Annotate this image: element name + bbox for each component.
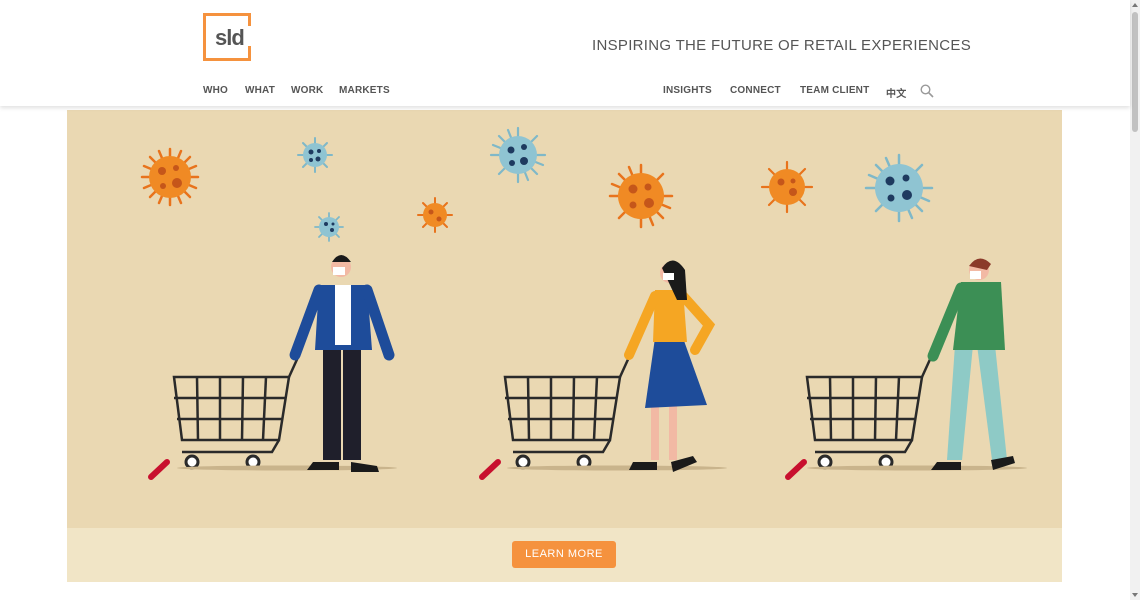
hero-banner: LEARN MORE bbox=[67, 110, 1062, 582]
shoppers-illustration bbox=[140, 126, 1027, 480]
scrollbar[interactable] bbox=[1130, 0, 1140, 600]
nav-who[interactable]: WHO bbox=[203, 85, 228, 96]
shopping-cart-icon bbox=[805, 354, 934, 454]
scroll-thumb[interactable] bbox=[1132, 12, 1138, 132]
tagline: INSPIRING THE FUTURE OF RETAIL EXPERIENC… bbox=[592, 37, 972, 54]
nav-markets[interactable]: MARKETS bbox=[339, 85, 390, 96]
nav-connect[interactable]: CONNECT bbox=[730, 85, 781, 96]
site-header: sld INSPIRING THE FUTURE OF RETAIL EXPER… bbox=[0, 0, 1130, 106]
shopping-cart-icon bbox=[172, 354, 301, 454]
nav-insights[interactable]: INSIGHTS bbox=[663, 85, 712, 96]
hero-illustration bbox=[67, 110, 1062, 528]
shopper-figure bbox=[479, 260, 727, 480]
search-icon[interactable] bbox=[920, 84, 934, 98]
virus-icon bbox=[297, 137, 333, 173]
virus-icon bbox=[864, 153, 934, 223]
shopper-figure bbox=[785, 258, 1027, 480]
virus-icon bbox=[417, 197, 453, 233]
virus-icon bbox=[314, 212, 344, 242]
nav-team-client[interactable]: TEAM CLIENT bbox=[800, 85, 869, 96]
nav-work[interactable]: WORK bbox=[291, 85, 323, 96]
virus-icon bbox=[489, 126, 547, 184]
shopping-cart-icon bbox=[503, 354, 632, 454]
learn-more-button[interactable]: LEARN MORE bbox=[512, 541, 616, 568]
virus-icon bbox=[760, 160, 814, 214]
virus-icon bbox=[140, 147, 200, 207]
scroll-up-arrow-icon[interactable] bbox=[1132, 3, 1138, 7]
scroll-down-arrow-icon[interactable] bbox=[1132, 593, 1138, 597]
virus-icon bbox=[608, 163, 674, 229]
nav-what[interactable]: WHAT bbox=[245, 85, 275, 96]
logo-text: sld bbox=[215, 25, 245, 50]
logo[interactable]: sld bbox=[203, 13, 251, 61]
shopper-figure bbox=[148, 255, 397, 480]
nav-chinese[interactable]: 中文 bbox=[886, 85, 906, 100]
